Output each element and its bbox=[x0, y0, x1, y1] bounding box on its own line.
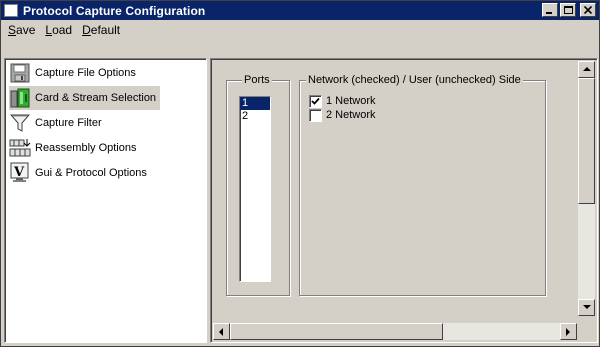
checkmark-icon bbox=[311, 97, 320, 105]
main-window: Protocol Capture Configuration Save Load… bbox=[0, 0, 600, 347]
svg-text:V: V bbox=[13, 165, 25, 180]
tree-item-label: Reassembly Options bbox=[35, 142, 137, 154]
vertical-scrollbar[interactable] bbox=[578, 61, 595, 316]
network-side-group: Network (checked) / User (unchecked) Sid… bbox=[299, 74, 546, 296]
checkbox-label: 1 Network bbox=[326, 95, 376, 107]
close-icon bbox=[584, 6, 593, 15]
settings-panel: Ports 1 2 Network (checked) / User (unch… bbox=[210, 58, 598, 343]
scroll-left-button[interactable] bbox=[213, 323, 230, 340]
checkbox-row-2-network[interactable]: 2 Network bbox=[309, 108, 376, 122]
horizontal-scroll-thumb[interactable] bbox=[230, 323, 443, 340]
ports-group-label: Ports bbox=[242, 74, 272, 86]
tree-item-gui-protocol-options[interactable]: V Gui & Protocol Options bbox=[9, 161, 151, 185]
tree-item-reassembly-options[interactable]: Reassembly Options bbox=[9, 136, 141, 160]
minimize-button[interactable] bbox=[542, 3, 558, 17]
reassembly-grid-icon bbox=[9, 137, 33, 159]
title-bar[interactable]: Protocol Capture Configuration bbox=[1, 1, 599, 20]
port-list-item[interactable]: 2 bbox=[240, 110, 270, 123]
options-tree: Capture File Options Card & Stream Selec… bbox=[4, 58, 207, 343]
card-green-icon bbox=[9, 87, 33, 109]
close-button[interactable] bbox=[580, 3, 596, 17]
ports-listbox[interactable]: 1 2 bbox=[239, 96, 271, 282]
port-list-item[interactable]: 1 bbox=[240, 97, 270, 110]
funnel-filter-icon bbox=[9, 112, 33, 134]
tree-item-label: Gui & Protocol Options bbox=[35, 167, 147, 179]
tree-item-label: Capture Filter bbox=[35, 117, 102, 129]
menu-save[interactable]: Save bbox=[3, 23, 40, 37]
scroll-right-button[interactable] bbox=[560, 323, 577, 340]
tree-item-label: Card & Stream Selection bbox=[35, 92, 157, 104]
arrow-up-icon bbox=[583, 67, 591, 71]
window-title: Protocol Capture Configuration bbox=[23, 3, 206, 18]
network-side-group-label: Network (checked) / User (unchecked) Sid… bbox=[306, 74, 523, 86]
menu-load[interactable]: Load bbox=[40, 23, 77, 37]
maximize-button[interactable] bbox=[560, 3, 576, 17]
vertical-scroll-thumb[interactable] bbox=[578, 78, 595, 204]
checkbox-row-1-network[interactable]: 1 Network bbox=[309, 94, 376, 108]
minimize-icon bbox=[546, 12, 552, 14]
v-monitor-icon: V bbox=[9, 162, 33, 184]
tree-item-capture-filter[interactable]: Capture Filter bbox=[9, 111, 106, 135]
scroll-down-button[interactable] bbox=[578, 299, 595, 316]
menu-default[interactable]: Default bbox=[77, 23, 125, 37]
arrow-left-icon bbox=[219, 328, 223, 336]
maximize-icon bbox=[564, 6, 573, 14]
app-icon bbox=[4, 4, 18, 17]
arrow-down-icon bbox=[583, 305, 591, 309]
menu-bar: Save Load Default bbox=[1, 20, 599, 39]
tree-item-capture-file-options[interactable]: Capture File Options bbox=[9, 61, 140, 85]
scroll-up-button[interactable] bbox=[578, 61, 595, 78]
tree-item-label: Capture File Options bbox=[35, 67, 136, 79]
horizontal-scrollbar[interactable] bbox=[213, 323, 577, 340]
checkbox-label: 2 Network bbox=[326, 109, 376, 121]
scrollbar-corner bbox=[578, 323, 595, 340]
checkbox-2-network[interactable] bbox=[309, 108, 322, 122]
tree-item-card-stream-selection[interactable]: Card & Stream Selection bbox=[9, 86, 161, 110]
floppy-disk-icon bbox=[9, 62, 33, 84]
checkbox-1-network[interactable] bbox=[309, 94, 322, 108]
arrow-right-icon bbox=[566, 328, 570, 336]
ports-group: Ports 1 2 bbox=[226, 74, 290, 296]
settings-content: Ports 1 2 Network (checked) / User (unch… bbox=[213, 61, 577, 316]
